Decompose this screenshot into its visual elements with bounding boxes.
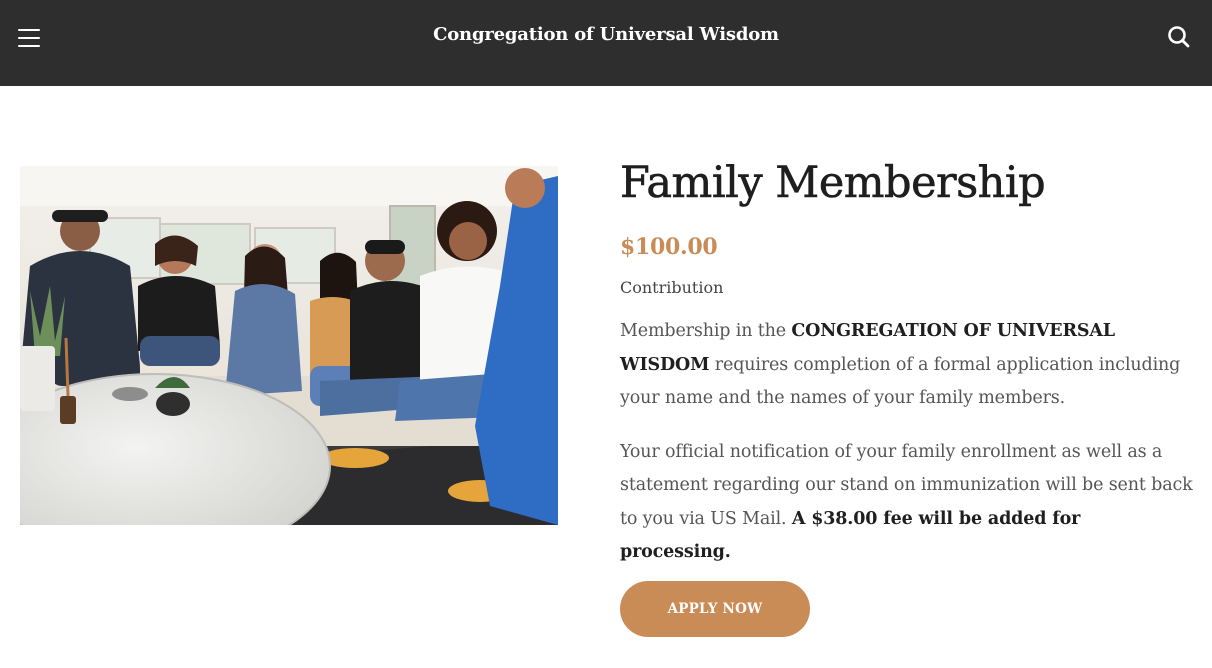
family-photo	[20, 166, 558, 525]
product-price: $100.00	[620, 234, 718, 260]
top-navigation-bar: Congregation of Universal Wisdom	[0, 0, 1212, 86]
product-subtitle: Contribution	[620, 278, 724, 297]
membership-description: Membership in the CONGREGATION OF UNIVER…	[620, 315, 1195, 416]
search-icon[interactable]	[1166, 24, 1192, 50]
product-details: Family Membership $100.00 Contribution M…	[620, 150, 1195, 570]
description-text: Membership in the	[620, 321, 792, 341]
product-title: Family Membership	[620, 158, 1046, 209]
notification-description: Your official notification of your famil…	[620, 436, 1195, 570]
site-title[interactable]: Congregation of Universal Wisdom	[0, 24, 1212, 45]
apply-now-button[interactable]: APPLY NOW	[620, 581, 810, 637]
